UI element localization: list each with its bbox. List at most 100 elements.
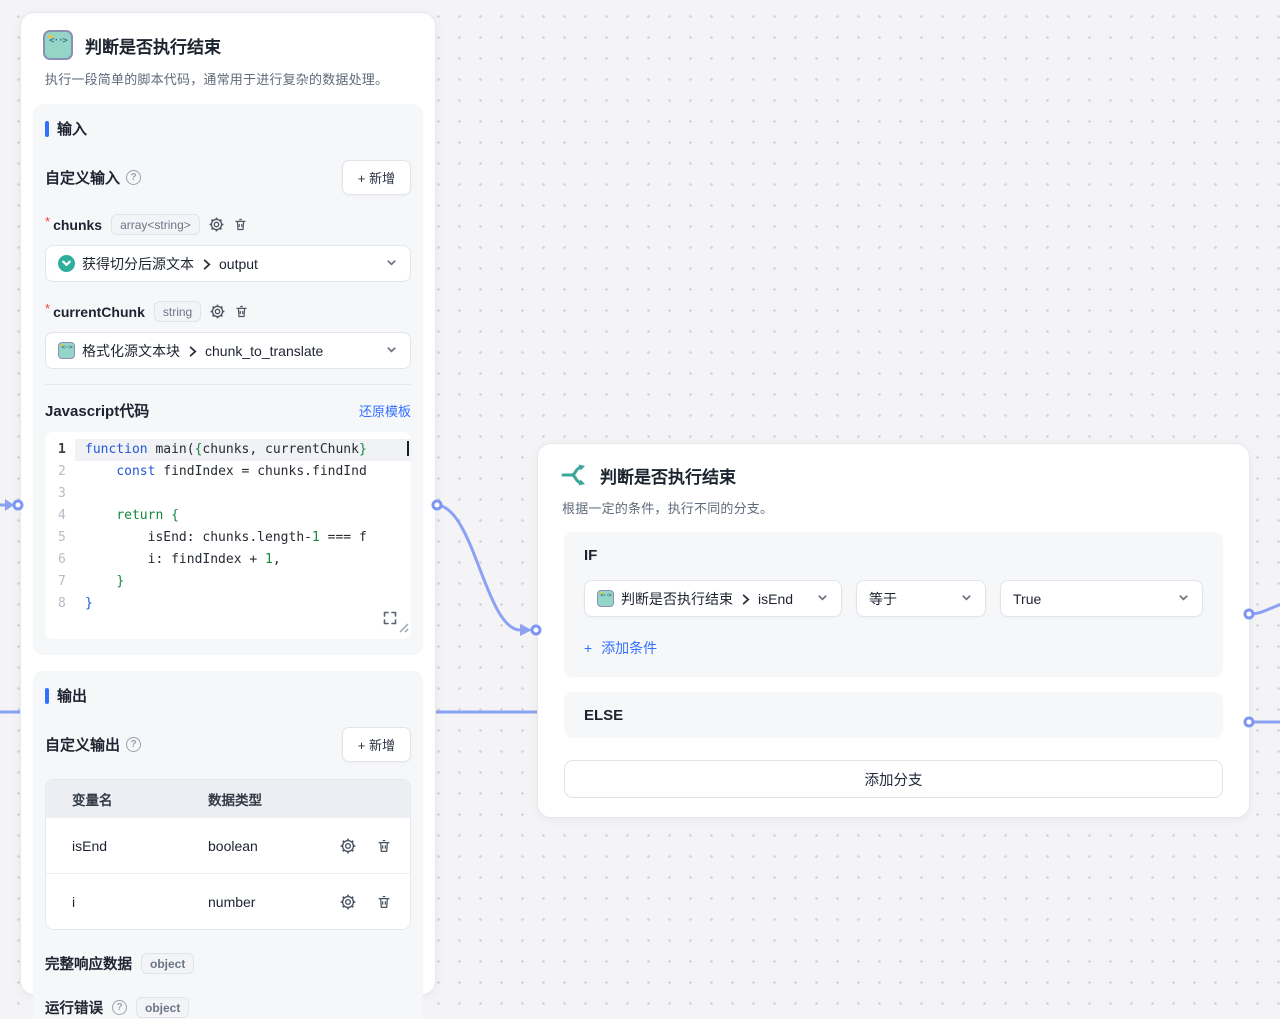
type-tag: object [136, 997, 189, 1018]
delete-icon[interactable] [376, 838, 392, 854]
table-row: i number [46, 873, 410, 929]
add-branch-label: 添加分支 [865, 769, 923, 790]
code-lines: 1function main({chunks, currentChunk}2 c… [45, 439, 411, 615]
add-input-button[interactable]: + 新增 [342, 160, 411, 195]
help-icon[interactable]: ? [126, 737, 141, 752]
value-key: output [219, 256, 258, 272]
node-description: 根据一定的条件，执行不同的分支。 [538, 489, 1249, 517]
type-tag: string [154, 301, 201, 322]
code-label: Javascript代码 [45, 400, 149, 421]
required-mark: * [45, 214, 50, 229]
type-tag: object [141, 953, 194, 974]
source-handle-if-branch[interactable] [1244, 609, 1255, 620]
code-line: 2 const findIndex = chunks.findInd [45, 461, 411, 483]
branch-node-icon [560, 461, 588, 489]
condition-value: True [1013, 591, 1041, 607]
settings-icon[interactable] [340, 838, 356, 854]
settings-icon[interactable] [209, 217, 224, 232]
input-section: 输入 自定义输入 ? + 新增 * chunks array<string> [33, 104, 423, 655]
chevron-down-icon [1177, 591, 1190, 607]
response-data-label: 完整响应数据 [45, 953, 132, 974]
table-header-datatype: 数据类型 [182, 789, 314, 809]
code-line: 3 [45, 483, 411, 505]
value-source: 格式化源文本块 [82, 341, 180, 361]
value-select-chunks[interactable]: 获得切分后源文本 output [45, 245, 411, 282]
edge-left-to-right-node [437, 505, 519, 630]
chevron-down-icon [385, 343, 398, 359]
output-var-type: boolean [182, 838, 314, 854]
value-source: 获得切分后源文本 [82, 254, 194, 274]
value-select-currentchunk[interactable]: <··> 格式化源文本块 chunk_to_translate [45, 332, 411, 369]
output-table-body: isEnd boolean i number [46, 817, 410, 929]
reset-template-link[interactable]: 还原模板 [359, 401, 411, 420]
condition-operator: 等于 [869, 589, 897, 609]
custom-input-label: 自定义输入 [45, 167, 120, 188]
if-branch-box: IF <··> 判断是否执行结束 isEnd [564, 532, 1223, 677]
run-error-label: 运行错误 [45, 997, 103, 1018]
workflow-canvas[interactable]: <··> 判断是否执行结束 执行一段简单的脚本代码，通常用于进行复杂的数据处理。… [0, 0, 1280, 1019]
resize-handle-icon[interactable] [397, 621, 409, 637]
output-var-name: i [46, 894, 182, 910]
source-handle-else-branch[interactable] [1244, 717, 1255, 728]
chevron-right-icon [740, 594, 751, 605]
code-line: 7 } [45, 571, 411, 593]
help-icon[interactable]: ? [112, 1000, 127, 1015]
table-row: isEnd boolean [46, 817, 410, 873]
node-condition-card[interactable]: 判断是否执行结束 根据一定的条件，执行不同的分支。 IF <··> 判断是否执行… [537, 443, 1250, 818]
plus-icon: + [584, 640, 592, 656]
code-line: 5 isEnd: chunks.length-1 === f [45, 527, 411, 549]
chevron-down-icon [385, 256, 398, 272]
add-output-button[interactable]: + 新增 [342, 727, 411, 762]
delete-icon[interactable] [233, 217, 248, 232]
type-tag: array<string> [111, 214, 200, 235]
value-key: chunk_to_translate [205, 343, 323, 359]
table-header-varname: 变量名 [46, 789, 182, 809]
input-section-title: 输入 [57, 118, 87, 139]
output-section: 输出 自定义输出 ? + 新增 变量名 数据类型 isEnd boolean [33, 671, 423, 1019]
settings-icon[interactable] [210, 304, 225, 319]
chevron-down-icon [960, 591, 973, 607]
field-name-currentchunk: currentChunk [53, 304, 145, 320]
code-node-icon: <··> [43, 30, 73, 60]
code-line: 6 i: findIndex + 1, [45, 549, 411, 571]
source-node-icon: <··> [597, 590, 614, 607]
node-description: 执行一段简单的脚本代码，通常用于进行复杂的数据处理。 [21, 60, 435, 88]
else-branch-box: ELSE [564, 692, 1223, 738]
condition-variable-select[interactable]: <··> 判断是否执行结束 isEnd [584, 580, 842, 617]
target-handle-left-node[interactable] [13, 500, 24, 511]
output-var-type: number [182, 894, 314, 910]
divider [45, 384, 411, 385]
else-label: ELSE [584, 707, 623, 724]
output-section-title: 输出 [57, 685, 87, 706]
delete-icon[interactable] [376, 894, 392, 910]
node-title: 判断是否执行结束 [85, 33, 221, 58]
code-line: 8} [45, 593, 411, 615]
add-condition-link[interactable]: + 添加条件 [584, 638, 657, 658]
output-var-name: isEnd [46, 838, 182, 854]
target-handle-right-node[interactable] [531, 625, 542, 636]
chevron-right-icon [187, 346, 198, 357]
code-line: 1function main({chunks, currentChunk} [45, 439, 411, 461]
output-table: 变量名 数据类型 isEnd boolean i number [45, 779, 411, 930]
node-code-card[interactable]: <··> 判断是否执行结束 执行一段简单的脚本代码，通常用于进行复杂的数据处理。… [20, 12, 436, 995]
node-title: 判断是否执行结束 [600, 463, 736, 488]
add-condition-label: 添加条件 [601, 638, 657, 658]
add-branch-button[interactable]: 添加分支 [564, 760, 1223, 798]
condition-value-select[interactable]: True [1000, 580, 1203, 617]
chevron-down-icon [816, 591, 829, 607]
help-icon[interactable]: ? [126, 170, 141, 185]
fullscreen-icon[interactable] [383, 611, 397, 629]
code-line: 4 return { [45, 505, 411, 527]
source-node-icon: <··> [58, 342, 75, 359]
delete-icon[interactable] [234, 304, 249, 319]
source-handle-left-node[interactable] [432, 500, 443, 511]
if-label: IF [584, 547, 1203, 564]
source-node-icon [58, 255, 75, 272]
settings-icon[interactable] [340, 894, 356, 910]
condition-operator-select[interactable]: 等于 [856, 580, 986, 617]
required-mark: * [45, 301, 50, 316]
field-name-chunks: chunks [53, 217, 102, 233]
code-editor[interactable]: 1function main({chunks, currentChunk}2 c… [45, 432, 411, 639]
condition-variable-key: isEnd [758, 591, 793, 607]
custom-output-label: 自定义输出 [45, 734, 120, 755]
